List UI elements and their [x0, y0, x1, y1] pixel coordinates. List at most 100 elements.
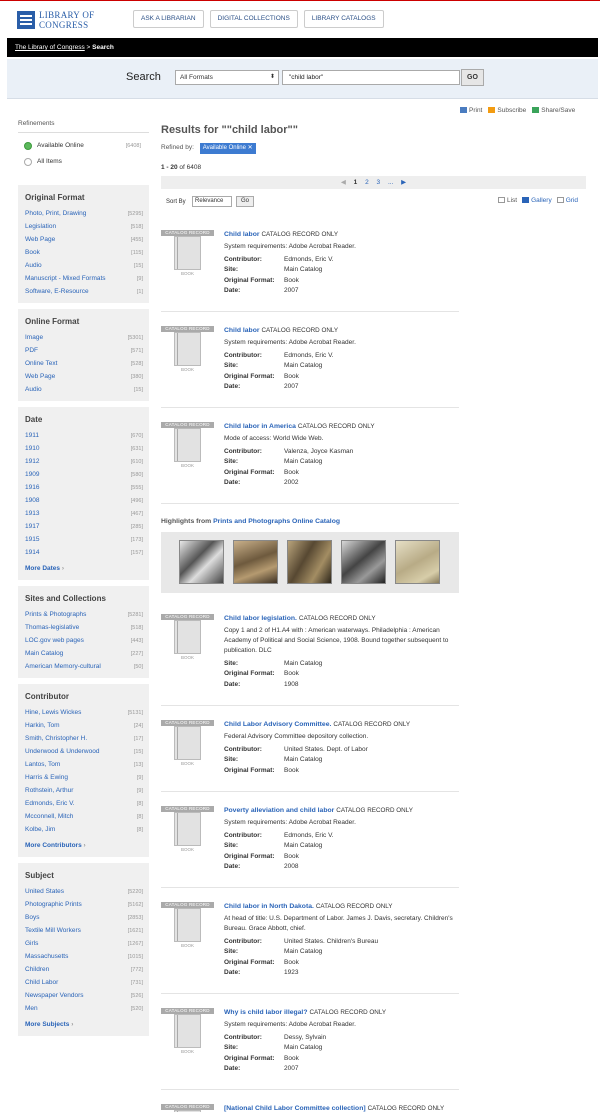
facet-item[interactable]: Web Page [455] [25, 233, 149, 246]
result-title-link[interactable]: Child labor in North Dakota. [224, 903, 314, 910]
search-input[interactable]: "child labor" [282, 70, 460, 85]
facet-item[interactable]: Girls [1267] [25, 937, 149, 950]
facet-item[interactable]: 1913 [467] [25, 507, 149, 520]
book-thumbnail[interactable]: CATALOG RECORDBOOK [161, 1104, 214, 1112]
facet-item[interactable]: 1910 [631] [25, 442, 149, 455]
grid-view-button[interactable]: Grid [556, 197, 578, 204]
search-go-button[interactable]: GO [461, 69, 484, 86]
facet-item[interactable]: 1909 [580] [25, 468, 149, 481]
ask-a-librarian-button[interactable]: ASK A LIBRARIAN [133, 10, 204, 28]
filter-all-items[interactable]: All Items [24, 155, 149, 171]
gallery-view-button[interactable]: Gallery [522, 197, 552, 204]
facet-item[interactable]: Harris & Ewing [9] [25, 771, 149, 784]
facet-item[interactable]: United States [5220] [25, 885, 149, 898]
next-page-icon[interactable]: ▶ [401, 179, 406, 186]
book-thumbnail[interactable]: CATALOG RECORDBOOK [161, 720, 214, 768]
library-catalogs-button[interactable]: LIBRARY CATALOGS [303, 10, 384, 28]
loc-logo[interactable]: LIBRARY OF CONGRESS [17, 10, 107, 32]
facet-item[interactable]: American Memory-cultural [50] [25, 660, 149, 673]
result-title-link[interactable]: Child labor [224, 231, 260, 238]
facet-more-link[interactable]: More Subjects › [25, 1021, 149, 1031]
format-select[interactable]: All Formats ⬍ [175, 70, 279, 85]
facet-item[interactable]: Newspaper Vendors [526] [25, 989, 149, 1002]
facet-item[interactable]: Image [5301] [25, 331, 149, 344]
facet-item[interactable]: 1914 [157] [25, 546, 149, 559]
filter-available-online[interactable]: Available Online [6408] [24, 139, 149, 155]
result-title: Poverty alleviation and child labor CATAL… [224, 806, 460, 818]
result-title-link[interactable]: Why is child labor illegal? [224, 1009, 307, 1016]
share-link[interactable]: Share/Save [532, 107, 575, 114]
facet-item[interactable]: Main Catalog [227] [25, 647, 149, 660]
facet-item[interactable]: Hine, Lewis Wickes [5131] [25, 706, 149, 719]
result-title-link[interactable]: Child labor [224, 327, 260, 334]
active-filter-chip[interactable]: Available Online ✕ [199, 143, 256, 154]
result-title-link[interactable]: Child labor legislation. [224, 615, 297, 622]
remove-filter-icon[interactable]: ✕ [248, 145, 253, 151]
digital-collections-button[interactable]: DIGITAL COLLECTIONS [209, 10, 298, 28]
page-3[interactable]: 3 [377, 179, 381, 186]
facet-item[interactable]: LOC.gov web pages [443] [25, 634, 149, 647]
book-thumbnail[interactable]: CATALOG RECORDBOOK [161, 806, 214, 854]
facet-item[interactable]: 1908 [496] [25, 494, 149, 507]
facet-item[interactable]: Boys [2853] [25, 911, 149, 924]
sort-go-button[interactable]: Go [236, 196, 254, 207]
book-thumbnail[interactable]: CATALOG RECORDBOOK [161, 422, 214, 470]
subscribe-link[interactable]: Subscribe [488, 107, 526, 114]
book-thumbnail[interactable]: CATALOG RECORDBOOK [161, 1008, 214, 1056]
page-1[interactable]: 1 [354, 179, 358, 186]
facet-item[interactable]: Web Page [380] [25, 370, 149, 383]
facet-item[interactable]: Audio [15] [25, 259, 149, 272]
facet-item[interactable]: Rothstein, Arthur [9] [25, 784, 149, 797]
facet-item[interactable]: Child Labor [731] [25, 976, 149, 989]
facet-item[interactable]: Book [115] [25, 246, 149, 259]
result-title-link[interactable]: Child Labor Advisory Committee. [224, 721, 331, 728]
facet-item[interactable]: Mcconnell, Mitch [8] [25, 810, 149, 823]
facet-item[interactable]: Lantos, Tom [13] [25, 758, 149, 771]
facet-item[interactable]: 1916 [555] [25, 481, 149, 494]
facet-more-link[interactable]: More Dates › [25, 565, 149, 575]
facet-item[interactable]: 1917 [285] [25, 520, 149, 533]
facet-item[interactable]: Edmonds, Eric V. [8] [25, 797, 149, 810]
highlights-link[interactable]: Prints and Photographs Online Catalog [213, 518, 340, 525]
facet-item[interactable]: Men [520] [25, 1002, 149, 1015]
book-thumbnail[interactable]: CATALOG RECORDBOOK [161, 230, 214, 278]
highlight-photo[interactable] [395, 540, 440, 584]
sort-select[interactable]: Relevance [192, 196, 232, 207]
facet-item[interactable]: Manuscript - Mixed Formats [9] [25, 272, 149, 285]
book-thumbnail[interactable]: CATALOG RECORDBOOK [161, 902, 214, 950]
facet-item[interactable]: Legislation [518] [25, 220, 149, 233]
prev-page-icon[interactable]: ◀ [341, 179, 346, 186]
facet-item[interactable]: 1912 [610] [25, 455, 149, 468]
facet-item[interactable]: Thomas-legislative [518] [25, 621, 149, 634]
facet-more-link[interactable]: More Contributors › [25, 842, 149, 852]
highlight-photo[interactable] [341, 540, 386, 584]
highlight-photo[interactable] [179, 540, 224, 584]
facet-item[interactable]: 1915 [173] [25, 533, 149, 546]
breadcrumb-home-link[interactable]: The Library of Congress [15, 44, 85, 51]
facet-item[interactable]: Children [772] [25, 963, 149, 976]
result-title-link[interactable]: [National Child Labor Committee collecti… [224, 1105, 366, 1112]
book-thumbnail[interactable]: CATALOG RECORDBOOK [161, 326, 214, 374]
result-title-link[interactable]: Poverty alleviation and child labor [224, 807, 334, 814]
page-2[interactable]: 2 [365, 179, 369, 186]
facet-item[interactable]: 1911 [670] [25, 429, 149, 442]
facet-item[interactable]: Audio [15] [25, 383, 149, 396]
facet-item[interactable]: PDF [571] [25, 344, 149, 357]
print-link[interactable]: Print [460, 107, 482, 114]
facet-item[interactable]: Underwood & Underwood [15] [25, 745, 149, 758]
highlight-photo[interactable] [233, 540, 278, 584]
facet-item[interactable]: Massachusetts [1015] [25, 950, 149, 963]
facet-item[interactable]: Textile Mill Workers [1621] [25, 924, 149, 937]
book-thumbnail[interactable]: CATALOG RECORDBOOK [161, 614, 214, 662]
facet-item[interactable]: Photographic Prints [5162] [25, 898, 149, 911]
facet-item[interactable]: Software, E-Resource [1] [25, 285, 149, 298]
facet-item[interactable]: Online Text [528] [25, 357, 149, 370]
list-view-button[interactable]: List [498, 197, 517, 204]
result-title-link[interactable]: Child labor in America [224, 423, 296, 430]
facet-item[interactable]: Kolbe, Jim [8] [25, 823, 149, 836]
facet-item[interactable]: Photo, Print, Drawing [5295] [25, 207, 149, 220]
facet-item[interactable]: Prints & Photographs [5281] [25, 608, 149, 621]
highlight-photo[interactable] [287, 540, 332, 584]
facet-item[interactable]: Smith, Christopher H. [17] [25, 732, 149, 745]
facet-item[interactable]: Harkin, Tom [24] [25, 719, 149, 732]
